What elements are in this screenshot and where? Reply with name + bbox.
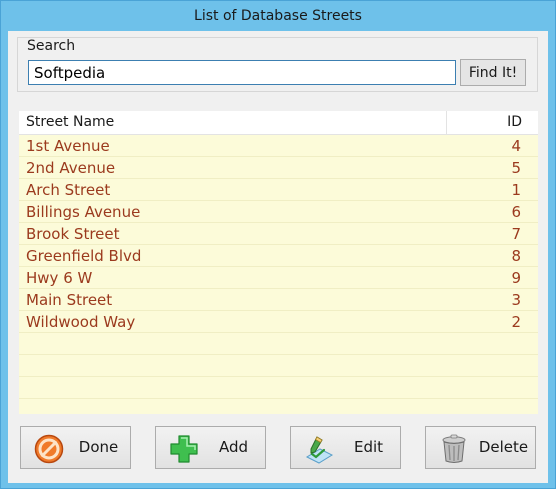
empty-row (19, 355, 538, 377)
add-button[interactable]: Add (155, 426, 266, 469)
search-input[interactable] (28, 60, 456, 85)
street-id: 8 (511, 247, 521, 265)
street-name: Arch Street (26, 181, 111, 199)
no-entry-icon (34, 434, 64, 464)
delete-button[interactable]: Delete (425, 426, 536, 469)
street-name: 1st Avenue (26, 137, 110, 155)
street-id: 3 (511, 291, 521, 309)
list-item[interactable]: Arch Street 1 (19, 179, 538, 201)
edit-label: Edit (353, 438, 384, 456)
list-item[interactable]: Brook Street 7 (19, 223, 538, 245)
edit-button[interactable]: Edit (290, 426, 401, 469)
trash-can-icon (442, 434, 466, 463)
window-title: List of Database Streets (194, 8, 362, 24)
street-id: 4 (511, 137, 521, 155)
list-item[interactable]: Billings Avenue 6 (19, 201, 538, 223)
list-item[interactable]: 2nd Avenue 5 (19, 157, 538, 179)
done-label: Done (78, 438, 119, 456)
empty-row (19, 399, 538, 414)
search-group: Search Find It! (17, 37, 538, 92)
street-name: Brook Street (26, 225, 120, 243)
streets-list[interactable]: Street Name ID 1st Avenue 4 2nd Avenue 5 A… (19, 111, 538, 414)
street-name: Billings Avenue (26, 203, 141, 221)
list-item[interactable]: Hwy 6 W 9 (19, 267, 538, 289)
street-name: Main Street (26, 291, 113, 309)
street-name: 2nd Avenue (26, 159, 116, 177)
delete-label: Delete (478, 438, 529, 456)
street-id: 2 (511, 313, 521, 331)
list-rows: 1st Avenue 4 2nd Avenue 5 Arch Street 1 Bil… (19, 135, 538, 414)
street-id: 7 (511, 225, 521, 243)
list-item[interactable]: 1st Avenue 4 (19, 135, 538, 157)
column-header-street-name[interactable]: Street Name (19, 111, 447, 134)
empty-row (19, 333, 538, 355)
street-name: Hwy 6 W (26, 269, 93, 287)
list-header: Street Name ID (19, 111, 538, 135)
street-id: 1 (511, 181, 521, 199)
street-id: 9 (511, 269, 521, 287)
street-id: 6 (511, 203, 521, 221)
list-item[interactable]: Main Street 3 (19, 289, 538, 311)
find-it-button[interactable]: Find It! (460, 59, 526, 86)
add-label: Add (218, 438, 249, 456)
empty-row (19, 377, 538, 399)
action-buttons: Done Add Edit Delete (8, 426, 548, 471)
street-id: 5 (511, 159, 521, 177)
done-button[interactable]: Done (20, 426, 131, 469)
plus-icon (170, 435, 198, 463)
list-item[interactable]: Greenfield Blvd 8 (19, 245, 538, 267)
window: List of Database Streets Search Find It!… (0, 0, 556, 489)
street-name: Greenfield Blvd (26, 247, 142, 265)
client-area: Search Find It! Street Name ID 1st Avenu… (8, 31, 548, 483)
column-header-id[interactable]: ID (447, 111, 538, 134)
pencil-check-icon (305, 436, 334, 464)
list-item[interactable]: Wildwood Way 2 (19, 311, 538, 333)
search-label: Search (25, 38, 78, 54)
street-name: Wildwood Way (26, 313, 136, 331)
